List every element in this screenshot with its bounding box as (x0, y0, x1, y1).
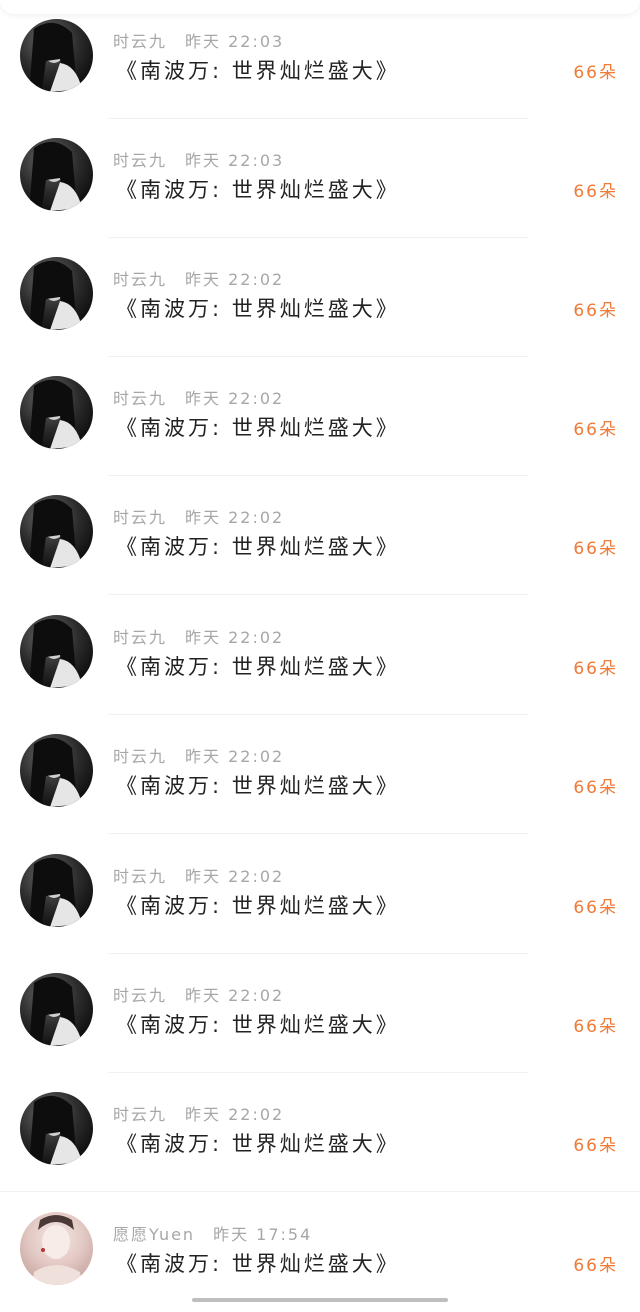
item-meta: 时云九 昨天 22:02 (113, 385, 284, 409)
item-meta: 时云九 昨天 22:02 (113, 504, 284, 528)
gift-count: 66朵 (573, 63, 618, 83)
list-item[interactable]: 时云九 昨天 22:02 《南波万: 世界灿烂盛大》 66朵 (0, 954, 640, 1073)
user-name[interactable]: 时云九 (113, 867, 167, 886)
avatar[interactable] (20, 1212, 93, 1285)
user-name[interactable]: 时云九 (113, 270, 167, 289)
avatar[interactable] (20, 854, 93, 927)
list-item[interactable]: 愿愿Yuen 昨天 17:54 《南波万: 世界灿烂盛大》 66朵 (0, 1193, 640, 1312)
item-meta: 时云九 昨天 22:02 (113, 743, 284, 767)
gift-count: 66朵 (573, 539, 618, 559)
timestamp: 昨天 22:02 (185, 747, 285, 766)
timestamp: 昨天 17:54 (213, 1225, 313, 1244)
list-item[interactable]: 时云九 昨天 22:02 《南波万: 世界灿烂盛大》 66朵 (0, 357, 640, 476)
user-name[interactable]: 时云九 (113, 986, 167, 1005)
item-meta: 愿愿Yuen 昨天 17:54 (113, 1221, 312, 1245)
gift-count: 66朵 (573, 1017, 618, 1037)
gift-count: 66朵 (573, 420, 618, 440)
timestamp: 昨天 22:02 (185, 1105, 285, 1124)
timestamp: 昨天 22:02 (185, 867, 285, 886)
user-name[interactable]: 时云九 (113, 151, 167, 170)
item-meta: 时云九 昨天 22:02 (113, 266, 284, 290)
item-meta: 时云九 昨天 22:02 (113, 863, 284, 887)
gift-count: 66朵 (573, 898, 618, 918)
gift-message: 《南波万: 世界灿烂盛大》 (116, 655, 400, 679)
timestamp: 昨天 22:03 (185, 32, 285, 51)
gift-message: 《南波万: 世界灿烂盛大》 (116, 297, 400, 321)
item-meta: 时云九 昨天 22:02 (113, 624, 284, 648)
list-item[interactable]: 时云九 昨天 22:03 《南波万: 世界灿烂盛大》 66朵 (0, 119, 640, 238)
item-meta: 时云九 昨天 22:03 (113, 28, 284, 52)
user-name[interactable]: 时云九 (113, 747, 167, 766)
item-meta: 时云九 昨天 22:02 (113, 982, 284, 1006)
gift-message: 《南波万: 世界灿烂盛大》 (116, 416, 400, 440)
gift-count: 66朵 (573, 182, 618, 202)
user-name[interactable]: 愿愿Yuen (113, 1225, 195, 1244)
timestamp: 昨天 22:02 (185, 986, 285, 1005)
gift-message: 《南波万: 世界灿烂盛大》 (116, 894, 400, 918)
avatar[interactable] (20, 19, 93, 92)
avatar[interactable] (20, 257, 93, 330)
user-name[interactable]: 时云九 (113, 628, 167, 647)
gift-message: 《南波万: 世界灿烂盛大》 (116, 535, 400, 559)
gift-message: 《南波万: 世界灿烂盛大》 (116, 774, 400, 798)
timestamp: 昨天 22:02 (185, 508, 285, 527)
list-item[interactable]: 时云九 昨天 22:02 《南波万: 世界灿烂盛大》 66朵 (0, 835, 640, 954)
avatar[interactable] (20, 615, 93, 688)
avatar[interactable] (20, 495, 93, 568)
item-meta: 时云九 昨天 22:02 (113, 1101, 284, 1125)
avatar[interactable] (20, 1092, 93, 1165)
timestamp: 昨天 22:03 (185, 151, 285, 170)
gift-count: 66朵 (573, 301, 618, 321)
avatar[interactable] (20, 973, 93, 1046)
list-item[interactable]: 时云九 昨天 22:02 《南波万: 世界灿烂盛大》 66朵 (0, 1073, 640, 1192)
gift-count: 66朵 (573, 778, 618, 798)
avatar[interactable] (20, 376, 93, 449)
gift-message: 《南波万: 世界灿烂盛大》 (116, 59, 400, 83)
avatar[interactable] (20, 138, 93, 211)
timestamp: 昨天 22:02 (185, 270, 285, 289)
timestamp: 昨天 22:02 (185, 628, 285, 647)
gift-message: 《南波万: 世界灿烂盛大》 (116, 1252, 400, 1276)
user-name[interactable]: 时云九 (113, 389, 167, 408)
list-item[interactable]: 时云九 昨天 22:02 《南波万: 世界灿烂盛大》 66朵 (0, 238, 640, 357)
avatar[interactable] (20, 734, 93, 807)
divider (108, 594, 528, 595)
list-item[interactable]: 时云九 昨天 22:03 《南波万: 世界灿烂盛大》 66朵 (0, 0, 640, 119)
gift-count: 66朵 (573, 1136, 618, 1156)
divider (0, 1191, 640, 1192)
divider (108, 833, 528, 834)
list-item[interactable]: 时云九 昨天 22:02 《南波万: 世界灿烂盛大》 66朵 (0, 715, 640, 834)
list-item[interactable]: 时云九 昨天 22:02 《南波万: 世界灿烂盛大》 66朵 (0, 596, 640, 715)
gift-count: 66朵 (573, 1256, 618, 1276)
user-name[interactable]: 时云九 (113, 32, 167, 51)
gift-message: 《南波万: 世界灿烂盛大》 (116, 1013, 400, 1037)
gift-message: 《南波万: 世界灿烂盛大》 (116, 178, 400, 202)
item-meta: 时云九 昨天 22:03 (113, 147, 284, 171)
user-name[interactable]: 时云九 (113, 1105, 167, 1124)
gift-count: 66朵 (573, 659, 618, 679)
list-item[interactable]: 时云九 昨天 22:02 《南波万: 世界灿烂盛大》 66朵 (0, 476, 640, 595)
user-name[interactable]: 时云九 (113, 508, 167, 527)
timestamp: 昨天 22:02 (185, 389, 285, 408)
gift-message: 《南波万: 世界灿烂盛大》 (116, 1132, 400, 1156)
home-indicator (192, 1298, 448, 1302)
